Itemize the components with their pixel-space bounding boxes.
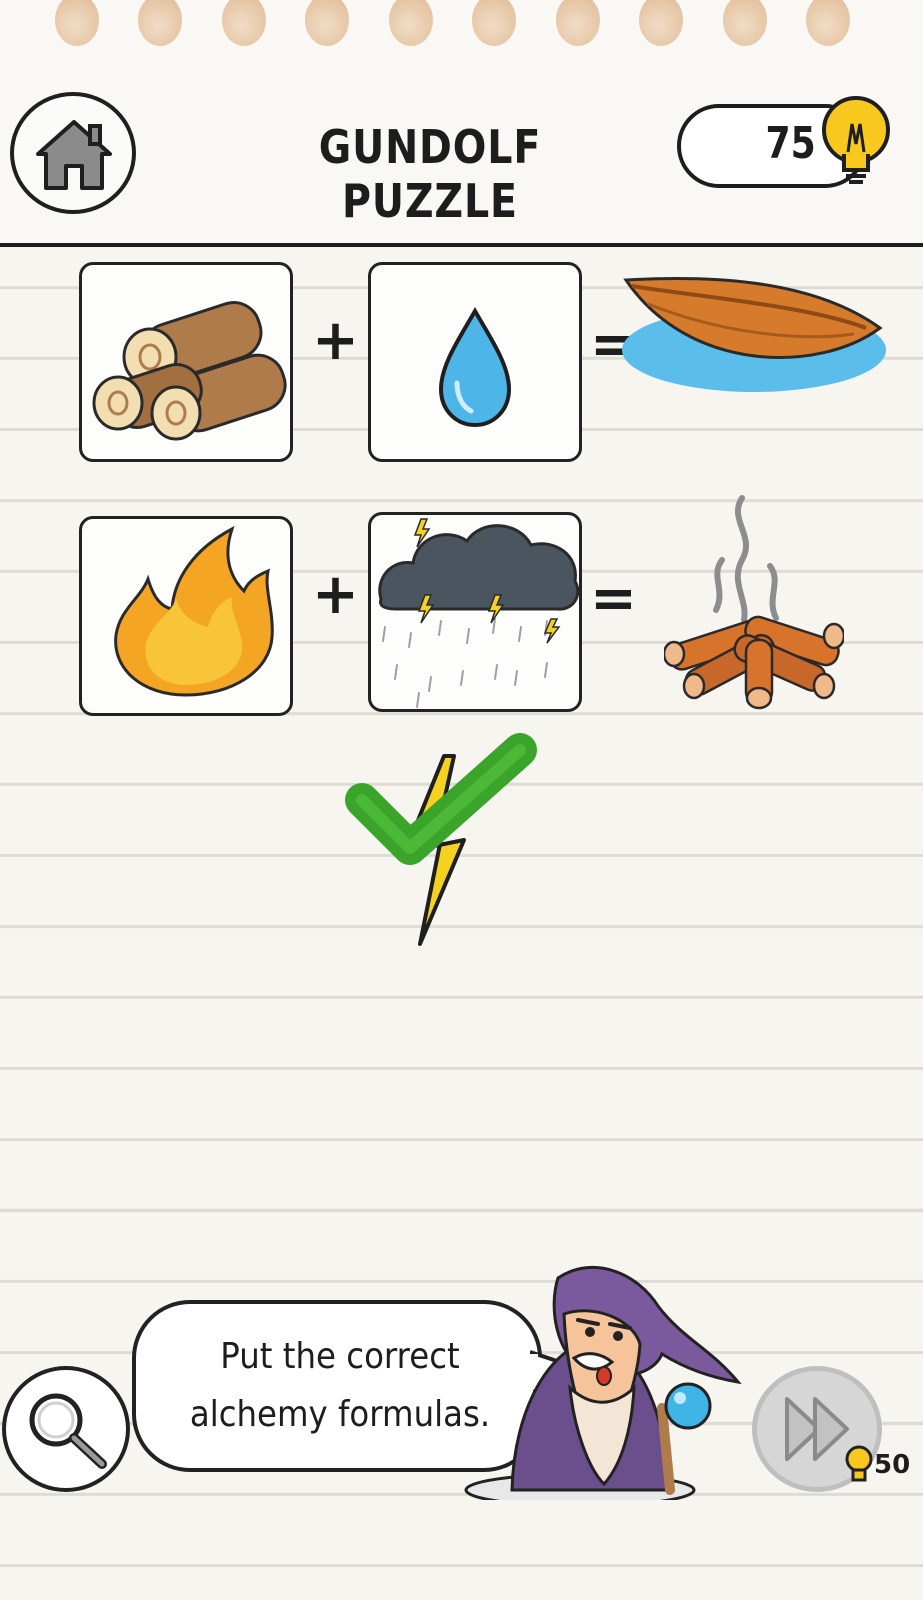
wizard-character	[464, 1265, 742, 1500]
notebook-holes	[0, 0, 923, 52]
feedback-area	[345, 733, 537, 946]
magnifier-button[interactable]	[2, 1366, 130, 1492]
plus-sign: +	[312, 562, 359, 627]
skip-cost: 50	[874, 1450, 911, 1480]
plus-sign: +	[312, 308, 359, 373]
fire-icon	[114, 525, 274, 697]
boat-icon	[622, 276, 886, 392]
magnifier-icon	[29, 1393, 107, 1469]
water-drop-tile[interactable]	[368, 262, 582, 462]
equals-sign: =	[590, 566, 637, 631]
skip-cost-bulb-icon	[845, 1445, 873, 1482]
home-button[interactable]	[10, 92, 136, 214]
fire-tile[interactable]	[79, 516, 293, 716]
home-icon	[36, 120, 112, 190]
lightbulb-icon	[822, 96, 890, 184]
page-title: GUNDOLF PUZZLE	[318, 120, 542, 228]
logs-tile[interactable]	[79, 262, 293, 462]
header-divider	[0, 243, 923, 247]
instruction-text: Put the correct alchemy formulas.	[189, 1336, 491, 1435]
logs-icon	[92, 301, 287, 441]
campfire-icon	[664, 495, 844, 710]
storm-cloud-tile[interactable]	[368, 512, 582, 712]
hint-count: 75	[765, 118, 816, 169]
water-drop-icon	[438, 306, 512, 428]
storm-cloud-icon	[378, 518, 579, 708]
